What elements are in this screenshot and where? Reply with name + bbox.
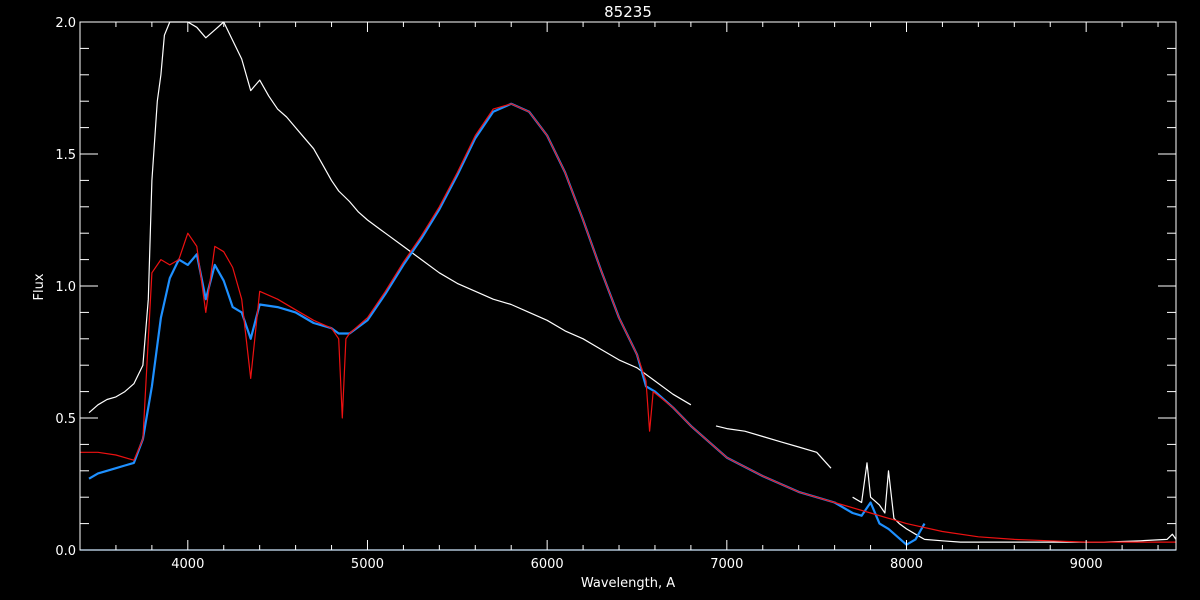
y-tick-label: 1.0 [55,280,76,295]
x-tick-label: 8000 [890,557,923,572]
y-tick-label: 0.0 [55,544,76,559]
x-tick-label: 4000 [171,557,204,572]
y-tick-label: 1.5 [55,148,76,163]
spectrum-plot: 85235 4000 5000 6000 7000 8000 9000 0.0 0.5 1.0 1… [0,0,1200,600]
y-axis-label: Flux [32,273,47,300]
x-tick-label: 5000 [351,557,384,572]
x-tick-label: 6000 [531,557,564,572]
chart-title: 85235 [604,3,652,21]
plot-background [0,0,1200,600]
x-tick-label: 9000 [1070,557,1103,572]
y-tick-label: 0.5 [55,412,76,427]
y-tick-label: 2.0 [55,16,76,31]
x-axis-label: Wavelength, A [581,576,675,591]
x-tick-label: 7000 [710,557,743,572]
